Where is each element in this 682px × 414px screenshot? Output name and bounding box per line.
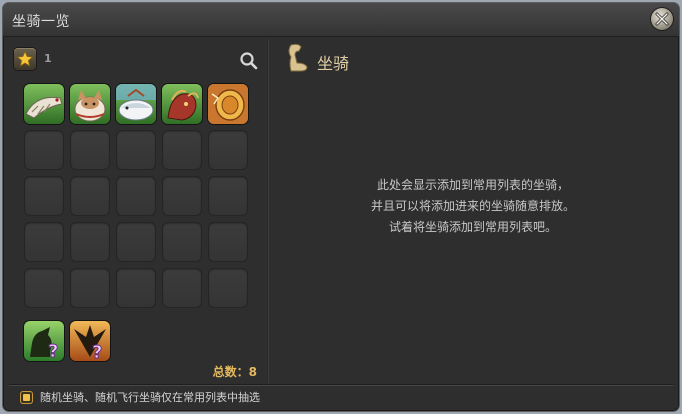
search-icon: [240, 52, 258, 70]
mount-golden-disc-icon: [208, 84, 248, 124]
favorites-panel: 坐骑 此处会显示添加到常用列表的坐骑， 并且可以将添加进来的坐骑随意排放。 试着…: [271, 41, 675, 383]
empty-mount-slot[interactable]: [70, 130, 110, 170]
empty-mount-slot[interactable]: [70, 222, 110, 262]
search-button[interactable]: [239, 51, 259, 71]
mount-boot-icon: [288, 43, 308, 72]
random-mount-row: ? ?: [24, 321, 110, 361]
empty-mount-slot[interactable]: [116, 222, 156, 262]
favorites-count: 1: [44, 52, 52, 65]
random-ground-mount-icon: ?: [30, 327, 59, 361]
window-title: 坐骑一览: [12, 14, 70, 30]
empty-mount-slot[interactable]: [208, 176, 248, 216]
mount-slot[interactable]: [70, 84, 110, 124]
empty-mount-slot[interactable]: [208, 222, 248, 262]
mount-red-beast-icon: [167, 90, 199, 121]
close-button[interactable]: [651, 8, 673, 30]
mount-list-panel: 1 ? ? 总数：8: [13, 41, 265, 383]
empty-mount-slot[interactable]: [116, 268, 156, 308]
empty-mount-slot[interactable]: [24, 268, 64, 308]
title-bar[interactable]: 坐骑一览: [3, 3, 679, 37]
close-icon: [655, 12, 669, 26]
empty-mount-slot[interactable]: [208, 130, 248, 170]
empty-mount-slot[interactable]: [70, 268, 110, 308]
random-ground-mount-button[interactable]: ?: [24, 321, 64, 361]
mount-slot[interactable]: [162, 84, 202, 124]
svg-text:?: ?: [92, 342, 102, 361]
empty-mount-slot[interactable]: [24, 130, 64, 170]
favorites-only-random-label[interactable]: 随机坐骑、随机飞行坐骑仅在常用列表中抽选: [40, 389, 260, 405]
mount-slot[interactable]: [24, 84, 64, 124]
mount-grid: [24, 84, 248, 308]
empty-mount-slot[interactable]: [162, 130, 202, 170]
favorites-only-random-checkbox[interactable]: [21, 391, 32, 403]
empty-mount-slot[interactable]: [208, 268, 248, 308]
empty-mount-slot[interactable]: [116, 130, 156, 170]
favorites-filter-button[interactable]: [14, 48, 36, 70]
mount-guide-window: 坐骑一览 1 ? ? 总数：8 坐骑 此处会显示添加到常用列表的坐骑， 并且可以…: [2, 2, 680, 412]
svg-text:?: ?: [48, 341, 58, 361]
empty-mount-slot[interactable]: [162, 222, 202, 262]
favorites-title: 坐骑: [317, 54, 350, 73]
empty-mount-slot[interactable]: [70, 176, 110, 216]
footer-separator: [9, 384, 673, 385]
empty-mount-slot[interactable]: [24, 176, 64, 216]
mount-whale-icon: [116, 84, 156, 121]
empty-mount-slot[interactable]: [162, 268, 202, 308]
mount-dragon-skeleton-icon: [25, 96, 63, 119]
mount-fat-cat-icon: [74, 90, 106, 122]
star-icon: [16, 50, 34, 67]
empty-mount-slot[interactable]: [24, 222, 64, 262]
message-line: 此处会显示添加到常用列表的坐骑，: [376, 178, 569, 192]
empty-mount-slot[interactable]: [116, 176, 156, 216]
total-mount-count: 总数：8: [212, 365, 257, 379]
message-line: 试着将坐骑添加到常用列表吧。: [388, 220, 557, 234]
random-flying-mount-icon: ?: [74, 325, 106, 361]
message-line: 并且可以将添加进来的坐骑随意排放。: [370, 199, 575, 213]
panel-divider: [267, 39, 269, 383]
mount-slot[interactable]: [208, 84, 248, 124]
footer: 随机坐骑、随机飞行坐骑仅在常用列表中抽选: [21, 389, 260, 405]
empty-mount-slot[interactable]: [162, 176, 202, 216]
random-flying-mount-button[interactable]: ?: [70, 321, 110, 361]
empty-favorites-message: 此处会显示添加到常用列表的坐骑， 并且可以将添加进来的坐骑随意排放。 试着将坐骑…: [271, 175, 675, 238]
mount-slot[interactable]: [116, 84, 156, 124]
